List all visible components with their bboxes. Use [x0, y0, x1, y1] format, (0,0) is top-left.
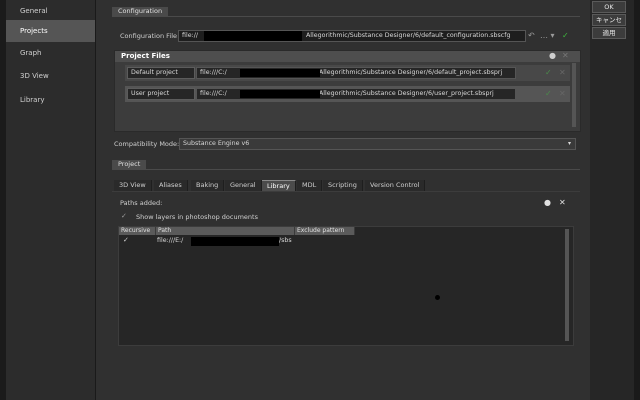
- tab-bar-divider: [112, 191, 580, 192]
- cursor-dot: [435, 295, 440, 300]
- more-options-icon[interactable]: … ▾: [540, 31, 555, 40]
- compatibility-mode-select[interactable]: Substance Engine v6 ▾: [179, 138, 576, 150]
- compatibility-mode-value: Substance Engine v6: [183, 140, 250, 147]
- show-layers-label: Show layers in photoshop documents: [136, 213, 258, 221]
- apply-button[interactable]: 適用: [592, 27, 626, 39]
- chevron-down-icon: ▾: [567, 140, 571, 147]
- group-divider: [112, 16, 580, 17]
- sidebar-item-projects[interactable]: Projects: [0, 20, 95, 42]
- cancel-button[interactable]: キャンセル: [592, 14, 626, 34]
- table-row[interactable]: ✓ file:///E:/ /sbs: [119, 236, 355, 248]
- settings-dot-icon[interactable]: ●: [549, 51, 556, 60]
- checkmark-icon[interactable]: ✓: [545, 89, 552, 98]
- redacted-path: [240, 90, 320, 98]
- recursive-checkbox[interactable]: ✓: [123, 236, 129, 244]
- tab-scripting[interactable]: Scripting: [323, 180, 363, 191]
- configuration-file-prefix: file://: [182, 32, 198, 39]
- library-paths-table: Recursive Path Exclude pattern ✓ file://…: [118, 226, 574, 346]
- redacted-path: [191, 237, 279, 246]
- column-header-path[interactable]: Path: [156, 227, 295, 235]
- preferences-sidebar: General Projects Graph 3D View Library: [0, 0, 96, 400]
- tab-aliases[interactable]: Aliases: [154, 180, 188, 191]
- project-files-panel: Project Files ● ✕ Default project file:/…: [114, 50, 581, 132]
- column-header-recursive[interactable]: Recursive: [119, 227, 156, 235]
- paths-added-label: Paths added:: [120, 199, 163, 207]
- window-edge: [0, 0, 6, 400]
- column-header-exclude[interactable]: Exclude pattern: [295, 227, 355, 235]
- sidebar-item-label: Graph: [20, 49, 42, 57]
- window-edge: [634, 0, 640, 400]
- tab-mdl[interactable]: MDL: [297, 180, 323, 191]
- project-files-title: Project Files: [121, 52, 170, 60]
- configuration-file-suffix: Allegorithmic/Substance Designer/6/defau…: [306, 32, 511, 39]
- project-path-prefix: file:///C:/: [200, 69, 227, 76]
- tab-general[interactable]: General: [225, 180, 262, 191]
- project-path-suffix: Allegorithmic/Substance Designer/6/defau…: [319, 69, 503, 76]
- checkbox-show-layers[interactable]: ✓: [121, 212, 127, 221]
- close-icon[interactable]: ✕: [559, 89, 566, 98]
- close-icon[interactable]: ✕: [559, 198, 566, 207]
- ok-button[interactable]: OK: [592, 1, 626, 13]
- project-path-suffix: Allegorithmic/Substance Designer/6/user_…: [319, 90, 494, 97]
- sidebar-item-3d-view[interactable]: 3D View: [0, 65, 95, 87]
- compatibility-mode-label: Compatibility Mode:: [114, 140, 180, 148]
- sidebar-item-graph[interactable]: Graph: [0, 42, 95, 64]
- scrollbar[interactable]: [572, 63, 576, 127]
- configuration-group-title: Configuration: [112, 7, 169, 16]
- sidebar-item-label: Library: [20, 96, 45, 104]
- list-item[interactable]: User project file:///C:/ Allegorithmic/S…: [125, 86, 570, 102]
- add-path-icon[interactable]: ●: [544, 198, 551, 207]
- close-icon[interactable]: ✕: [559, 68, 566, 77]
- redacted-path: [240, 69, 320, 77]
- tab-version-control[interactable]: Version Control: [365, 180, 426, 191]
- tab-3d-view[interactable]: 3D View: [114, 180, 152, 191]
- configuration-file-label: Configuration File: [120, 32, 178, 40]
- sidebar-item-label: General: [20, 7, 48, 15]
- sidebar-item-label: Projects: [20, 27, 48, 35]
- project-path-prefix: file:///C:/: [200, 90, 227, 97]
- group-divider: [112, 169, 580, 170]
- checkmark-icon[interactable]: ✓: [562, 31, 569, 40]
- tab-baking[interactable]: Baking: [191, 180, 225, 191]
- reset-icon[interactable]: ↶: [528, 31, 535, 40]
- checkmark-icon[interactable]: ✓: [545, 68, 552, 77]
- scrollbar[interactable]: [565, 229, 569, 341]
- path-suffix: /sbs: [279, 237, 292, 244]
- close-icon[interactable]: ✕: [562, 51, 569, 60]
- sidebar-item-label: 3D View: [20, 72, 49, 80]
- project-name-field[interactable]: User project: [127, 88, 195, 100]
- project-files-header: Project Files ● ✕: [115, 51, 580, 62]
- list-item[interactable]: Default project file:///C:/ Allegorithmi…: [125, 65, 570, 81]
- sidebar-item-general[interactable]: General: [0, 0, 95, 22]
- sidebar-item-library[interactable]: Library: [0, 89, 95, 111]
- redacted-path: [204, 31, 302, 41]
- project-name-field[interactable]: Default project: [127, 67, 195, 79]
- project-group-title: Project: [112, 160, 147, 169]
- path-prefix: file:///E:/: [157, 237, 184, 244]
